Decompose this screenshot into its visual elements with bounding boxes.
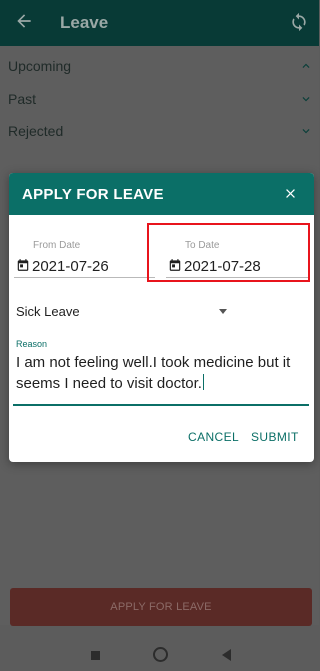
close-icon[interactable] bbox=[283, 186, 298, 201]
apply-for-leave-label: APPLY FOR LEAVE bbox=[110, 601, 212, 613]
dropdown-arrow-icon[interactable] bbox=[219, 309, 227, 314]
page-title: Leave bbox=[60, 13, 109, 32]
from-date-input[interactable]: 2021-07-26 bbox=[32, 258, 109, 275]
from-date-label: From Date bbox=[33, 240, 81, 251]
text-cursor bbox=[202, 374, 204, 390]
refresh-icon[interactable] bbox=[289, 12, 309, 32]
cancel-button[interactable]: CANCEL bbox=[188, 430, 239, 444]
home-nav-icon[interactable] bbox=[153, 647, 168, 662]
chevron-down-icon bbox=[302, 97, 310, 102]
section-past[interactable]: Past bbox=[0, 83, 319, 115]
submit-button[interactable]: SUBMIT bbox=[251, 430, 299, 444]
dialog-header: APPLY FOR LEAVE bbox=[9, 173, 314, 215]
apply-for-leave-button[interactable]: APPLY FOR LEAVE bbox=[10, 588, 312, 626]
section-label: Rejected bbox=[8, 123, 64, 139]
chevron-up-icon bbox=[302, 63, 310, 68]
reason-label: Reason bbox=[16, 339, 48, 349]
apply-leave-dialog: APPLY FOR LEAVE From Date 2021-07-26 To … bbox=[9, 173, 314, 462]
back-nav-icon[interactable] bbox=[222, 649, 231, 661]
reason-underline bbox=[13, 404, 309, 406]
section-upcoming[interactable]: Upcoming bbox=[0, 50, 319, 82]
highlight-box bbox=[147, 223, 310, 282]
leave-type-select[interactable]: Sick Leave bbox=[16, 304, 80, 319]
chevron-down-icon bbox=[302, 129, 310, 134]
from-date-underline bbox=[14, 277, 155, 278]
app-bar: Leave bbox=[0, 0, 319, 46]
section-rejected[interactable]: Rejected bbox=[0, 115, 319, 147]
section-label: Upcoming bbox=[8, 58, 72, 74]
dialog-title: APPLY FOR LEAVE bbox=[22, 186, 164, 203]
section-label: Past bbox=[8, 91, 37, 107]
calendar-icon bbox=[17, 259, 29, 271]
reason-text: I am not feeling well.I took medicine bu… bbox=[16, 354, 291, 392]
arrow-left-icon[interactable] bbox=[14, 11, 34, 31]
reason-textarea[interactable]: I am not feeling well.I took medicine bu… bbox=[16, 352, 308, 394]
recents-nav-icon[interactable] bbox=[91, 651, 100, 660]
